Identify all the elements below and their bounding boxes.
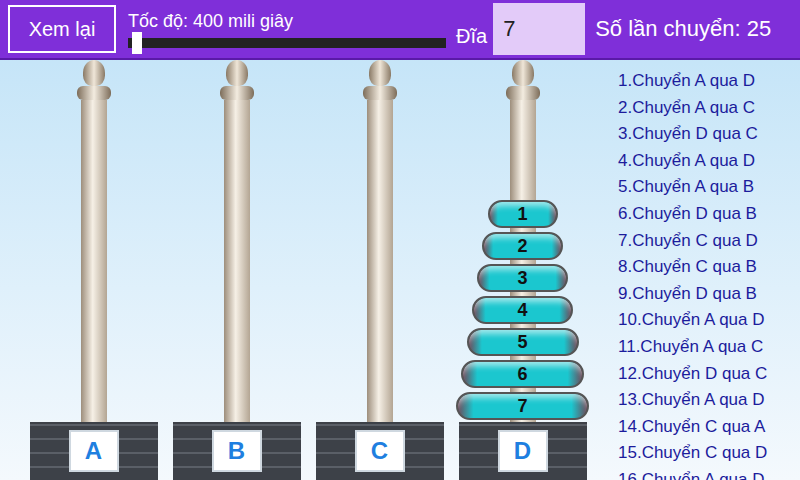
move-item: 5.Chuyển A qua B (618, 174, 800, 201)
disk[interactable]: 1 (488, 200, 558, 228)
disk[interactable]: 3 (477, 264, 568, 292)
disk-count-input[interactable]: 7 (493, 3, 585, 55)
move-item: 3.Chuyển D qua C (618, 121, 800, 148)
peg[interactable]: 1 2 3 4 5 6 7 D (451, 60, 594, 480)
pegs: A B C 1 2 3 4 5 6 7 D (0, 60, 594, 480)
slider-thumb[interactable] (132, 32, 142, 54)
replay-button[interactable]: Xem lại (8, 5, 116, 53)
disk[interactable]: 4 (472, 296, 574, 324)
peg[interactable]: B (165, 60, 308, 480)
move-item: 10.Chuyển A qua D (618, 307, 800, 334)
disk[interactable]: 2 (482, 232, 563, 260)
disk-stack (308, 60, 451, 422)
move-item: 6.Chuyển D qua B (618, 201, 800, 228)
peg-label: C (355, 430, 405, 472)
peg-label: B (212, 430, 262, 472)
peg-base: A (30, 422, 158, 480)
speed-control: Tốc độ: 400 mili giây (128, 11, 450, 48)
move-item: 16.Chuyển A qua D (618, 467, 800, 480)
peg-label: D (498, 430, 548, 472)
pole (220, 60, 254, 422)
speed-slider[interactable] (128, 38, 446, 48)
peg-base: B (173, 422, 301, 480)
peg-base: C (316, 422, 444, 480)
hanoi-app: Xem lại Tốc độ: 400 mili giây Đĩa 7 Số lần c… (0, 0, 800, 480)
disk-stack: 1 2 3 4 5 6 7 (451, 60, 594, 422)
move-item: 9.Chuyển D qua B (618, 281, 800, 308)
disk[interactable]: 5 (467, 328, 579, 356)
disk[interactable]: 6 (461, 360, 584, 388)
peg-base: D (459, 422, 587, 480)
move-item: 2.Chuyển A qua C (618, 95, 800, 122)
peg[interactable]: A (22, 60, 165, 480)
pole (363, 60, 397, 422)
move-item: 12.Chuyển D qua C (618, 361, 800, 388)
move-item: 1.Chuyển A qua D (618, 68, 800, 95)
move-count: Số lần chuyển: 25 (595, 16, 771, 42)
move-item: 15.Chuyển C qua D (618, 440, 800, 467)
speed-label: Tốc độ: 400 mili giây (128, 11, 450, 32)
move-list: 1.Chuyển A qua D2.Chuyển A qua C3.Chuyển… (594, 60, 800, 480)
disk-stack (22, 60, 165, 422)
game-area: A B C 1 2 3 4 5 6 7 D 1.Chuyển A qua D2.Chuyển A qu… (0, 60, 800, 480)
disk-stack (165, 60, 308, 422)
peg[interactable]: C (308, 60, 451, 480)
move-item: 13.Chuyển A qua D (618, 387, 800, 414)
disk[interactable]: 7 (456, 392, 589, 420)
disk-label: Đĩa (456, 25, 487, 48)
top-bar: Xem lại Tốc độ: 400 mili giây Đĩa 7 Số lần c… (0, 0, 800, 60)
peg-label: A (69, 430, 119, 472)
move-item: 11.Chuyển A qua C (618, 334, 800, 361)
move-item: 7.Chuyển C qua D (618, 228, 800, 255)
move-item: 14.Chuyển C qua A (618, 414, 800, 441)
move-item: 4.Chuyển A qua D (618, 148, 800, 175)
move-item: 8.Chuyển C qua B (618, 254, 800, 281)
pole (77, 60, 111, 422)
